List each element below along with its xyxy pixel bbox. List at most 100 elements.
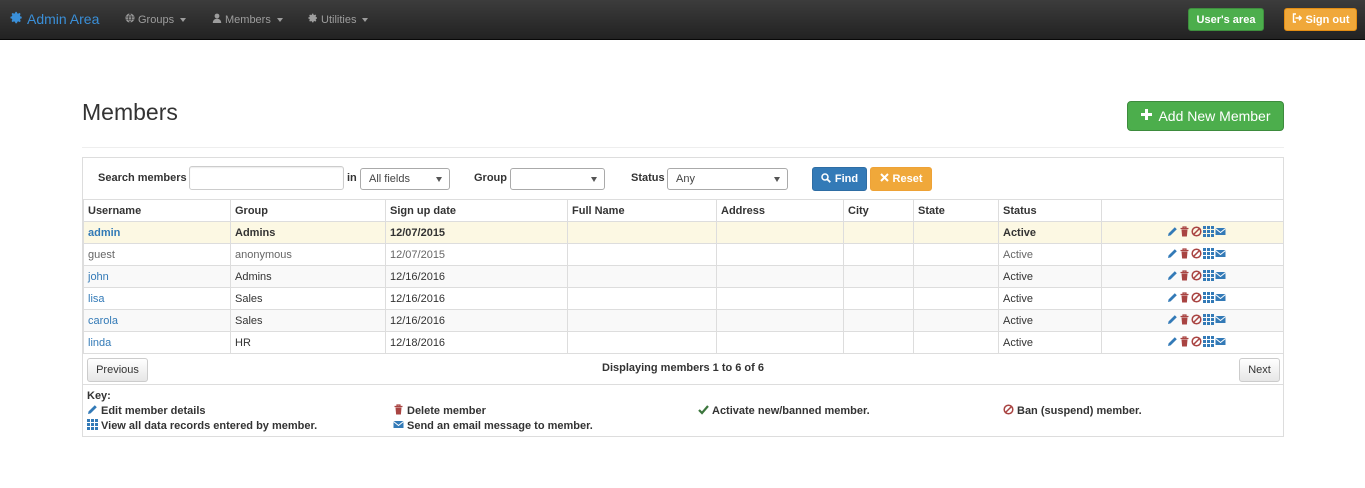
- table-row: linda HR 12/18/2016 Active: [83, 331, 1284, 354]
- cell-city: [843, 265, 914, 288]
- cell-date: 12/18/2016: [385, 331, 568, 354]
- pencil-icon[interactable]: [1167, 336, 1178, 350]
- users-area-button[interactable]: User's area: [1188, 8, 1264, 31]
- envelope-icon[interactable]: [1215, 292, 1226, 306]
- nav-utilities-label: Utilities: [321, 13, 357, 26]
- pencil-icon[interactable]: [1167, 314, 1178, 328]
- envelope-icon[interactable]: [1215, 248, 1226, 262]
- group-select[interactable]: [510, 168, 605, 190]
- pencil-icon[interactable]: [1167, 248, 1178, 262]
- cell-date: 12/07/2015: [385, 221, 568, 244]
- column-header-actions: [1101, 199, 1284, 222]
- table-row: lisa Sales 12/16/2016 Active: [83, 287, 1284, 310]
- ban-icon[interactable]: [1191, 225, 1202, 240]
- search-icon: [821, 172, 831, 186]
- grid-icon[interactable]: [1203, 335, 1214, 350]
- envelope-icon: [393, 419, 404, 433]
- cell-status: Active: [998, 331, 1102, 354]
- add-new-member-label: Add New Member: [1158, 108, 1271, 124]
- find-button[interactable]: Find: [812, 167, 867, 191]
- envelope-icon[interactable]: [1215, 226, 1226, 240]
- envelope-icon[interactable]: [1215, 314, 1226, 328]
- search-field-select[interactable]: All fields: [360, 168, 450, 190]
- pencil-icon[interactable]: [1167, 270, 1178, 284]
- cell-actions: [1101, 309, 1284, 332]
- add-new-member-button[interactable]: Add New Member: [1127, 101, 1284, 131]
- trash-icon[interactable]: [1179, 225, 1190, 240]
- table-row: admin Admins 12/07/2015 Active: [83, 221, 1284, 244]
- cell-full-name: [567, 287, 717, 310]
- ban-icon[interactable]: [1191, 269, 1202, 284]
- cell-city: [843, 309, 914, 332]
- group-label: Group: [474, 172, 507, 184]
- search-field-value: All fields: [369, 173, 410, 185]
- cell-group: Admins: [230, 221, 386, 244]
- column-header-address[interactable]: Address: [716, 199, 844, 222]
- column-header-sign-up-date[interactable]: Sign up date: [385, 199, 568, 222]
- trash-icon[interactable]: [1179, 269, 1190, 284]
- cell-status: Active: [998, 221, 1102, 244]
- cell-state: [913, 221, 999, 244]
- pencil-icon[interactable]: [1167, 292, 1178, 306]
- ban-icon[interactable]: [1191, 247, 1202, 262]
- key-records-label: View all data records entered by member.: [101, 420, 318, 432]
- cell-address: [716, 309, 844, 332]
- cell-username[interactable]: lisa: [83, 287, 231, 310]
- column-header-full-name[interactable]: Full Name: [567, 199, 717, 222]
- envelope-icon[interactable]: [1215, 336, 1226, 350]
- next-button[interactable]: Next: [1239, 358, 1280, 382]
- nav-members-menu[interactable]: Members: [212, 13, 283, 26]
- column-header-state[interactable]: State: [913, 199, 999, 222]
- column-header-group[interactable]: Group: [230, 199, 386, 222]
- user-icon: [212, 13, 222, 26]
- column-header-username[interactable]: Username: [83, 199, 231, 222]
- cell-full-name: [567, 221, 717, 244]
- plus-icon: [1140, 108, 1153, 124]
- column-header-city[interactable]: City: [843, 199, 914, 222]
- check-icon: [698, 404, 709, 418]
- key-records: View all data records entered by member.: [87, 419, 317, 433]
- grid-icon[interactable]: [1203, 247, 1214, 262]
- brand-link[interactable]: Admin Area: [10, 11, 99, 27]
- cell-status: Active: [998, 309, 1102, 332]
- grid-icon[interactable]: [1203, 313, 1214, 328]
- cell-status: Active: [998, 265, 1102, 288]
- pencil-icon[interactable]: [1167, 226, 1178, 240]
- cell-username[interactable]: carola: [83, 309, 231, 332]
- cell-actions: [1101, 331, 1284, 354]
- grid-icon[interactable]: [1203, 291, 1214, 306]
- sign-out-button[interactable]: Sign out: [1284, 8, 1357, 31]
- table-row: john Admins 12/16/2016 Active: [83, 265, 1284, 288]
- grid-icon[interactable]: [1203, 269, 1214, 284]
- nav-utilities-menu[interactable]: Utilities: [308, 13, 369, 26]
- reset-button[interactable]: Reset: [870, 167, 932, 191]
- cell-username[interactable]: admin: [83, 221, 231, 244]
- cell-username[interactable]: john: [83, 265, 231, 288]
- ban-icon[interactable]: [1191, 335, 1202, 350]
- cell-group: Sales: [230, 309, 386, 332]
- trash-icon[interactable]: [1179, 335, 1190, 350]
- cell-full-name: [567, 265, 717, 288]
- status-select[interactable]: Any: [667, 168, 788, 190]
- key-ban: Ban (suspend) member.: [1003, 404, 1142, 418]
- cell-address: [716, 221, 844, 244]
- column-header-status[interactable]: Status: [998, 199, 1102, 222]
- find-label: Find: [834, 173, 859, 185]
- members-panel: Search members in All fields Group Statu…: [82, 157, 1284, 437]
- cell-username: guest: [83, 243, 231, 266]
- ban-icon[interactable]: [1191, 313, 1202, 328]
- nav-groups-menu[interactable]: Groups: [125, 13, 187, 26]
- grid-icon[interactable]: [1203, 225, 1214, 240]
- envelope-icon[interactable]: [1215, 270, 1226, 284]
- cog-icon: [10, 11, 23, 27]
- trash-icon[interactable]: [1179, 247, 1190, 262]
- cell-status: Active: [998, 243, 1102, 266]
- search-input[interactable]: [189, 166, 344, 190]
- trash-icon[interactable]: [1179, 313, 1190, 328]
- search-members-label: Search members: [98, 172, 187, 184]
- pencil-icon: [87, 404, 98, 418]
- ban-icon[interactable]: [1191, 291, 1202, 306]
- trash-icon[interactable]: [1179, 291, 1190, 306]
- cell-username[interactable]: linda: [83, 331, 231, 354]
- cell-group: anonymous: [230, 243, 386, 266]
